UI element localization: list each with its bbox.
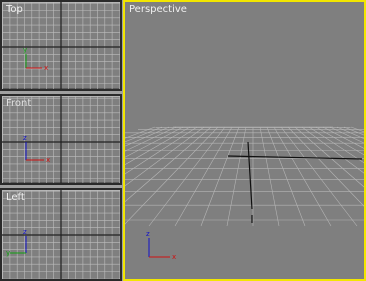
axis-tripod-front: z x [23,134,50,164]
viewport-perspective[interactable]: Perspective z x [123,0,366,281]
axis-label-left-u: y [6,249,10,257]
axis-tripod-left: z y [6,228,27,257]
axis-tripod-top: y x [23,46,48,72]
axis-label-top-u: x [44,64,48,72]
axis-label-front-v: z [23,134,27,142]
viewport-top[interactable]: Top y x [0,0,122,91]
viewport-left[interactable]: Left z y [0,188,122,281]
axis-label-persp-v: z [146,230,150,238]
axis-label-left-v: z [23,228,27,236]
axis-label-front-u: x [46,156,50,164]
axis-label-top-v: y [23,46,27,54]
axis-tripod-perspective: z x [146,230,176,261]
axis-label-persp-u: x [172,253,176,261]
viewport-front[interactable]: Front z x [0,94,122,185]
